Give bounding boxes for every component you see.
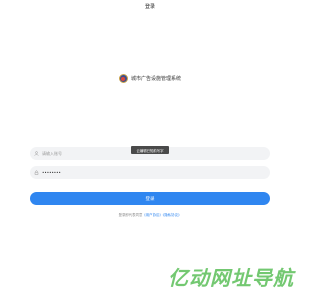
page-title: 登录 <box>144 4 155 10</box>
emblem-logo <box>118 74 128 83</box>
watermark-logo: 亿动网址导航 <box>168 266 294 290</box>
user-icon <box>34 151 39 156</box>
password-field[interactable]: •••••••• <box>30 166 270 179</box>
login-button[interactable]: 登录 <box>30 192 270 205</box>
lock-icon <box>34 170 39 175</box>
password-input[interactable]: •••••••• <box>42 170 242 175</box>
privacy-policy-link[interactable]: 《隐私协议》 <box>163 213 182 217</box>
tooltip: 云编辑已知前写字 <box>131 146 169 154</box>
user-agreement-link[interactable]: 《用户协议》 <box>142 213 162 217</box>
system-name: 城市广告设施管理系统 <box>130 76 181 82</box>
brand-header: 城市广告设施管理系统 <box>0 74 300 83</box>
agreement-prefix: 登录即代表同意 <box>118 213 143 217</box>
agreement-text: 登录即代表同意《用户协议》《隐私协议》 <box>0 212 300 217</box>
